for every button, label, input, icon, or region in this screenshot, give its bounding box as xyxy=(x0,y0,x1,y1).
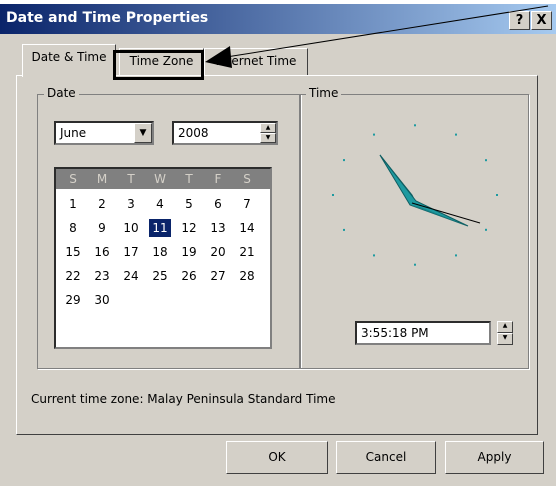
annotation-arrow xyxy=(205,5,549,68)
